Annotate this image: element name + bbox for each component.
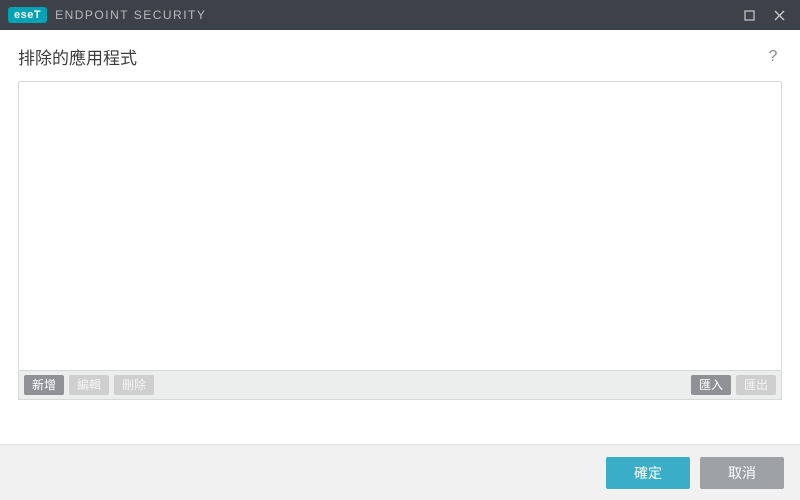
action-bar: 新增 編輯 刪除 匯入 匯出 — [18, 371, 782, 400]
edit-button: 編輯 — [69, 375, 109, 395]
delete-button: 刪除 — [114, 375, 154, 395]
close-icon — [774, 10, 785, 21]
square-icon — [744, 10, 755, 21]
add-button[interactable]: 新增 — [24, 375, 64, 395]
excluded-apps-list[interactable] — [18, 81, 782, 371]
export-button: 匯出 — [736, 375, 776, 395]
window-maximize-button[interactable] — [734, 0, 764, 30]
cancel-button[interactable]: 取消 — [700, 457, 784, 489]
help-button[interactable]: ? — [764, 48, 782, 66]
page-title: 排除的應用程式 — [18, 44, 137, 69]
footer: 確定 取消 — [0, 444, 800, 500]
app-title: ENDPOINT SECURITY — [55, 8, 206, 22]
window-close-button[interactable] — [764, 0, 794, 30]
logo-badge: eseT — [8, 7, 47, 23]
header-row: 排除的應用程式 ? — [18, 44, 782, 69]
content-area: 排除的應用程式 ? 新增 編輯 刪除 匯入 匯出 — [0, 30, 800, 400]
import-button[interactable]: 匯入 — [691, 375, 731, 395]
ok-button[interactable]: 確定 — [606, 457, 690, 489]
titlebar: eseT ENDPOINT SECURITY — [0, 0, 800, 30]
